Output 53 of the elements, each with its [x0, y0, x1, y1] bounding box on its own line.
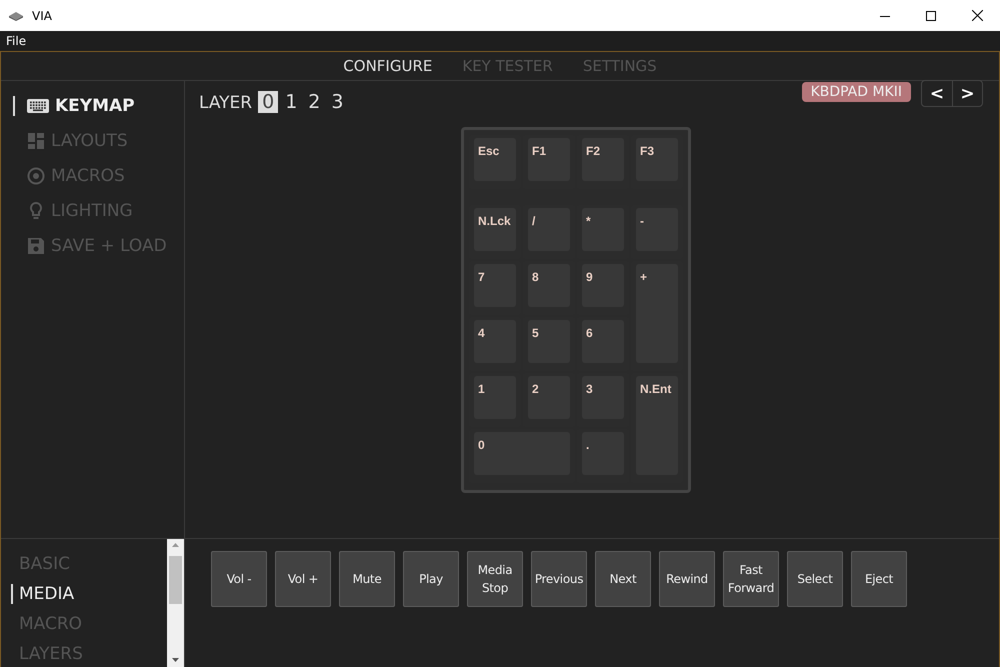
keycap[interactable]: F3 [636, 138, 678, 181]
media-key-button[interactable]: Fast Forward [723, 551, 779, 607]
media-key-button[interactable]: Eject [851, 551, 907, 607]
layer-label: LAYER [199, 93, 252, 113]
media-key-button[interactable]: Mute [339, 551, 395, 607]
sidebar-item[interactable]: KEYMAP [1, 93, 184, 119]
keycap[interactable]: F2 [582, 138, 624, 181]
radio-circle-icon [27, 167, 45, 185]
media-key-button[interactable]: Media Stop [467, 551, 523, 607]
keycap[interactable]: / [528, 208, 570, 251]
layer-tab[interactable]: 0 [258, 91, 278, 113]
keycap[interactable]: N.Lck [474, 208, 516, 251]
layer-tab[interactable]: 2 [304, 91, 324, 113]
next-button[interactable]: > [952, 81, 982, 106]
keyboard-icon [27, 98, 49, 114]
keycap[interactable]: 5 [528, 320, 570, 363]
keycap[interactable]: - [636, 208, 678, 251]
keycap[interactable]: 2 [528, 376, 570, 419]
media-key-button[interactable]: Select [787, 551, 843, 607]
nav-tab[interactable]: CONFIGURE [343, 57, 432, 75]
keycap[interactable]: 9 [582, 264, 624, 307]
keycap[interactable]: Esc [474, 138, 516, 181]
layer-tab[interactable]: 3 [327, 91, 348, 113]
keycap[interactable]: 1 [474, 376, 516, 419]
keycap[interactable]: 0 [474, 432, 570, 475]
scrollbar-drawing[interactable] [167, 539, 184, 667]
keycap[interactable]: 3 [582, 376, 624, 419]
media-key-button[interactable]: Rewind [659, 551, 715, 607]
keyboard-app-icon [8, 10, 24, 20]
maximize-icon[interactable] [926, 10, 936, 20]
media-key-button[interactable]: Next [595, 551, 651, 607]
keycap[interactable]: F1 [528, 138, 570, 181]
menu-item[interactable]: File [6, 34, 26, 48]
layer-tab[interactable]: 1 [281, 91, 302, 113]
keycap[interactable]: + [636, 264, 678, 363]
category-item[interactable]: MEDIA [19, 584, 74, 604]
media-key-button[interactable]: Vol - [211, 551, 267, 607]
device-name-badge: KBDPAD MKII [802, 82, 911, 102]
media-key-button[interactable]: Vol + [275, 551, 331, 607]
keycap[interactable]: . [582, 432, 624, 475]
lightbulb-icon [27, 202, 45, 220]
keycap[interactable]: N.Ent [636, 376, 678, 475]
keycap[interactable]: 6 [582, 320, 624, 363]
previous-button[interactable]: < [922, 81, 952, 106]
media-key-button[interactable]: Previous [531, 551, 587, 607]
layout-grid-icon [27, 133, 45, 149]
keycap[interactable]: 8 [528, 264, 570, 307]
keycap[interactable]: * [582, 208, 624, 251]
window-title: VIA [32, 8, 53, 22]
media-key-button[interactable]: Play [403, 551, 459, 607]
close-icon[interactable] [972, 10, 982, 21]
keycap[interactable]: 7 [474, 264, 516, 307]
keycap[interactable]: 4 [474, 320, 516, 363]
